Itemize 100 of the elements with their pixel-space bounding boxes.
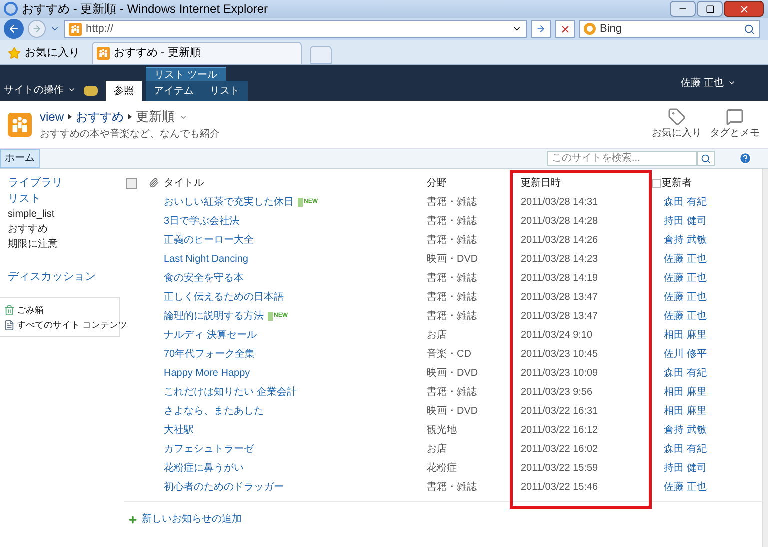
user-link[interactable]: 佐藤 正也	[664, 480, 707, 495]
user-link[interactable]: 持田 健司	[664, 214, 707, 229]
action-button[interactable]: お気に入り	[652, 108, 702, 141]
ribbon-tab[interactable]: 参照	[106, 81, 142, 101]
breadcrumb-link[interactable]: おすすめ	[76, 108, 124, 126]
user-link[interactable]: 相田 麻里	[664, 385, 707, 400]
table-cell-text: 書籍・雑誌	[427, 310, 477, 324]
item-title-link[interactable]: 食の安全を守る本	[164, 271, 244, 286]
item-title-link[interactable]: 論理的に説明する方法	[164, 309, 264, 324]
table-cell-text: 2011/03/23 10:45	[521, 348, 598, 362]
table-cell-text: 2011/03/24 9:10	[521, 329, 593, 343]
favorites-button[interactable]: お気に入り	[4, 42, 84, 64]
table-cell-text: 書籍・雑誌	[427, 272, 477, 286]
nav-link[interactable]: 期限に注意	[8, 237, 120, 252]
breadcrumb-arrow-icon	[68, 114, 72, 120]
search-engine-name: Bing	[600, 22, 622, 37]
tag-icon	[668, 108, 686, 126]
item-title-link[interactable]: Last Night Dancing	[164, 252, 248, 267]
user-link[interactable]: 佐藤 正也	[664, 290, 707, 305]
table-cell-text: 2011/03/28 14:31	[521, 196, 598, 210]
add-item-link[interactable]: 新しいお知らせの追加	[128, 512, 762, 527]
user-link[interactable]: 佐藤 正也	[664, 252, 707, 267]
item-title-link[interactable]: Happy More Happy	[164, 366, 250, 381]
user-link[interactable]: 佐川 修平	[664, 347, 707, 362]
user-link[interactable]: 倉持 武敏	[664, 423, 707, 438]
item-title-link[interactable]: 大社駅	[164, 423, 194, 438]
user-link[interactable]: 持田 健司	[664, 461, 707, 476]
site-search-field[interactable]: このサイトを検索...	[547, 151, 697, 166]
site-description: おすすめの本や音楽など、なんでも紹介	[40, 128, 220, 142]
table-cell-text: 観光地	[427, 424, 457, 438]
item-title-link[interactable]: これだけは知りたい 企業会計	[164, 385, 297, 400]
user-menu[interactable]: 佐藤 正也	[681, 76, 736, 90]
column-header[interactable]: 更新者	[662, 176, 692, 190]
address-field[interactable]: http://	[64, 20, 527, 38]
column-header[interactable]: 分野	[427, 176, 447, 190]
nav-link[interactable]: おすすめ	[8, 222, 120, 237]
close-button[interactable]	[724, 1, 764, 17]
scrollbar[interactable]	[762, 169, 768, 547]
ribbon-tab[interactable]: リスト	[202, 81, 248, 101]
table-cell-text: 映画・DVD	[427, 366, 478, 381]
user-link[interactable]: 相田 麻里	[664, 328, 707, 343]
table-cell-text: 2011/03/23 10:09	[521, 367, 598, 381]
window-title: おすすめ - 更新順 - Windows Internet Explorer	[22, 1, 268, 18]
column-header[interactable]: タイトル	[164, 176, 204, 190]
trash-icon	[4, 305, 15, 316]
table-cell-text: 花粉症	[427, 462, 457, 476]
breadcrumb-link[interactable]: view	[40, 108, 64, 126]
user-link[interactable]: 倉持 武敏	[664, 233, 707, 248]
site-logo-icon	[8, 112, 32, 136]
help-icon[interactable]	[739, 152, 752, 165]
item-title-link[interactable]: 正義のヒーロー大全	[164, 233, 254, 248]
search-engine-icon	[584, 23, 596, 35]
user-link[interactable]: 森田 有紀	[664, 442, 707, 457]
table-cell-text: 書籍・雑誌	[427, 234, 477, 248]
column-header[interactable]: 更新日時	[521, 176, 561, 190]
action-button[interactable]: タグとメモ	[710, 108, 760, 141]
refresh-button[interactable]	[531, 20, 551, 38]
table-cell-text: 2011/03/22 16:12	[521, 424, 598, 438]
search-field[interactable]: Bing	[579, 20, 760, 38]
item-title-link[interactable]: カフェシュトラーゼ	[164, 442, 254, 457]
table-cell-text: 2011/03/28 13:47	[521, 291, 598, 305]
search-button[interactable]	[697, 151, 715, 166]
user-link[interactable]: 森田 有紀	[664, 366, 707, 381]
site-actions-menu[interactable]: サイトの操作	[4, 81, 76, 99]
stop-button[interactable]	[555, 20, 575, 38]
nav-link[interactable]: ごみ箱	[4, 304, 44, 317]
nav-link[interactable]: ディスカッション	[8, 269, 120, 285]
item-title-link[interactable]: ナルディ 決算セール	[164, 328, 257, 343]
nav-link[interactable]: simple_list	[8, 207, 120, 222]
nav-link[interactable]: リスト	[8, 191, 120, 207]
item-title-link[interactable]: 正しく伝えるための日本語	[164, 290, 284, 305]
close-icon	[738, 4, 750, 14]
item-title-link[interactable]: さよなら、またあした	[164, 404, 264, 419]
user-link[interactable]: 佐藤 正也	[664, 271, 707, 286]
browser-tab[interactable]: おすすめ - 更新順	[92, 42, 302, 64]
item-title-link[interactable]: 70年代フォーク全集	[164, 347, 256, 362]
ribbon-tab[interactable]: アイテム	[146, 81, 202, 101]
nav-link[interactable]: すべてのサイト コンテンツ	[4, 319, 128, 332]
back-button[interactable]	[4, 19, 24, 39]
item-title-link[interactable]: 初心者のためのドラッガー	[164, 480, 284, 495]
select-all-checkbox[interactable]	[126, 178, 137, 188]
table-cell-text: 書籍・雑誌	[427, 386, 477, 400]
stop-icon	[560, 24, 570, 34]
maximize-button[interactable]	[697, 1, 723, 17]
user-link[interactable]: 佐藤 正也	[664, 309, 707, 324]
caret-icon	[728, 79, 736, 87]
breadcrumb-link[interactable]: 更新順	[136, 107, 176, 127]
table-cell-text: 2011/03/23 9:56	[521, 386, 593, 400]
item-title-link[interactable]: 花粉症に鼻うがい	[164, 461, 244, 476]
table-cell-text: お店	[427, 442, 447, 457]
item-title-link[interactable]: 3日で学ぶ会社法	[164, 214, 240, 229]
caret-icon	[68, 86, 76, 94]
item-title-link[interactable]: おいしい紅茶で充実した休日	[164, 195, 294, 210]
home-tab[interactable]: ホーム	[0, 149, 40, 168]
search-icon[interactable]	[744, 24, 755, 34]
nav-link[interactable]: ライブラリ	[8, 175, 120, 191]
search-icon	[701, 154, 711, 164]
table-cell-text: 2011/03/22 15:59	[521, 462, 598, 476]
user-link[interactable]: 相田 麻里	[664, 404, 707, 419]
user-link[interactable]: 森田 有紀	[664, 195, 707, 210]
